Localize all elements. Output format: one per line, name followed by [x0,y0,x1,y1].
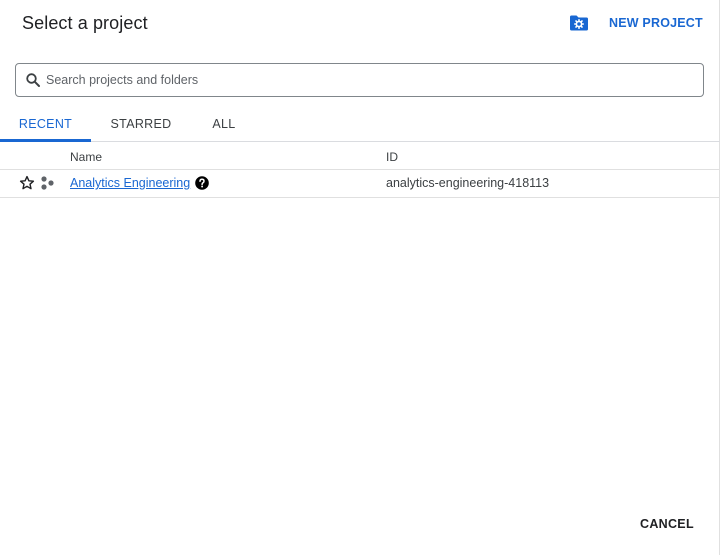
search-box[interactable] [15,63,704,97]
dialog-header: Select a project NEW PROJECT [0,0,720,48]
column-header-id: ID [386,150,398,164]
tab-starred[interactable]: STARRED [91,108,191,142]
new-project-button[interactable]: NEW PROJECT [568,12,703,34]
new-project-label: NEW PROJECT [609,16,703,30]
star-outline-icon[interactable] [19,175,35,191]
project-tabs: RECENT STARRED ALL [0,108,720,142]
new-folder-icon [568,14,590,32]
select-project-dialog: Select a project NEW PROJECT Search proj… [0,0,720,555]
project-name-link[interactable]: Analytics Engineering [70,176,190,190]
help-icon[interactable] [195,176,209,190]
project-id: analytics-engineering-418113 [386,176,550,190]
active-tab-indicator [0,139,91,142]
search-input[interactable] [46,68,666,92]
dialog-title: Select a project [22,13,148,33]
cancel-button[interactable]: CANCEL [640,517,694,535]
tab-recent[interactable]: RECENT [0,108,91,142]
search-icon [25,72,41,88]
column-header-name: Name [70,150,103,164]
table-row[interactable]: Analytics Engineering analytics-engineer… [0,170,720,198]
organization-icon [39,176,55,190]
table-header: Name ID [0,143,720,170]
tab-all[interactable]: ALL [191,108,257,142]
